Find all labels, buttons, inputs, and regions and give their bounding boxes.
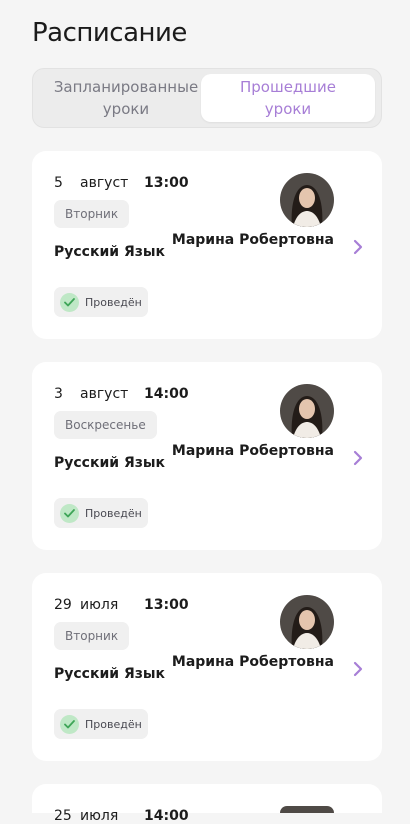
lesson-time: 13:00: [144, 597, 189, 613]
chevron-right-icon[interactable]: [352, 238, 364, 256]
weekday-badge: Воскресенье: [54, 411, 157, 439]
page-title: Расписание: [32, 18, 187, 48]
lesson-time: 13:00: [144, 175, 189, 191]
chevron-right-icon[interactable]: [352, 449, 364, 467]
status-badge: Проведён: [54, 287, 148, 317]
teacher-name: Марина Робертовна: [171, 443, 334, 459]
lesson-date: 5 август 13:00: [54, 175, 189, 191]
lesson-tabs: Запланированные уроки Прошедшие уроки: [32, 68, 382, 128]
lesson-card[interactable]: 5 август 13:00 Вторник Русский Язык Пров…: [32, 151, 382, 339]
weekday-badge: Вторник: [54, 200, 130, 228]
status-label: Проведён: [85, 717, 142, 731]
status-label: Проведён: [85, 295, 142, 309]
lesson-card[interactable]: 25 июля 14:00: [32, 784, 382, 824]
lesson-month: июля: [80, 597, 119, 613]
chevron-right-icon[interactable]: [352, 660, 364, 678]
lesson-day: 5: [54, 175, 63, 191]
lesson-time: 14:00: [144, 386, 189, 402]
tab-planned-lessons[interactable]: Запланированные уроки: [43, 74, 209, 122]
weekday-badge: Вторник: [54, 622, 130, 650]
teacher-avatar: [280, 173, 334, 227]
check-icon: [60, 714, 79, 734]
teacher-name: Марина Робертовна: [171, 232, 334, 248]
lesson-month: июля: [80, 808, 119, 824]
lesson-date: 3 август 14:00: [54, 386, 189, 402]
teacher-name: Марина Робертовна: [171, 654, 334, 670]
lesson-time: 14:00: [144, 808, 189, 824]
check-icon: [60, 503, 79, 523]
lesson-subject: Русский Язык: [54, 244, 166, 260]
teacher-avatar: [280, 806, 334, 813]
status-label: Проведён: [85, 506, 142, 520]
lesson-date: 25 июля 14:00: [54, 808, 189, 824]
tab-past-lessons[interactable]: Прошедшие уроки: [201, 74, 375, 122]
teacher-avatar: [280, 384, 334, 438]
lesson-month: август: [80, 175, 129, 191]
lesson-day: 25: [54, 808, 72, 824]
lesson-card[interactable]: 29 июля 13:00 Вторник Русский Язык Прове…: [32, 573, 382, 761]
status-badge: Проведён: [54, 498, 148, 528]
lesson-subject: Русский Язык: [54, 666, 166, 682]
status-badge: Проведён: [54, 709, 148, 739]
lesson-day: 3: [54, 386, 63, 402]
check-icon: [60, 292, 79, 312]
lesson-card[interactable]: 3 август 14:00 Воскресенье Русский Язык …: [32, 362, 382, 550]
lesson-date: 29 июля 13:00: [54, 597, 189, 613]
teacher-avatar: [280, 595, 334, 649]
lesson-month: август: [80, 386, 129, 402]
lesson-day: 29: [54, 597, 72, 613]
lesson-subject: Русский Язык: [54, 455, 166, 471]
